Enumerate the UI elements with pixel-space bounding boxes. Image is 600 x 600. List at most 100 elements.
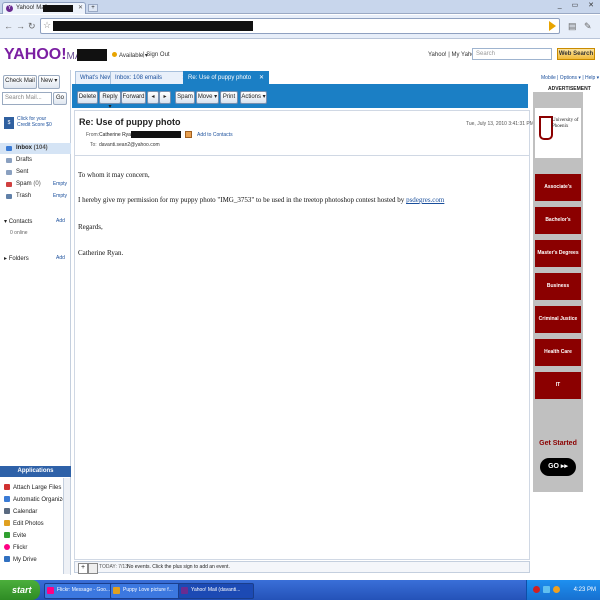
task-puppy-love[interactable]: Puppy Love picture f... bbox=[110, 583, 188, 599]
add-contact-link[interactable]: Add bbox=[56, 218, 65, 224]
add-folder-link[interactable]: Add bbox=[56, 255, 65, 261]
web-search-button[interactable]: Web Search bbox=[557, 48, 595, 60]
star-icon[interactable]: ☆ bbox=[43, 20, 51, 31]
calendar-small-icon[interactable] bbox=[88, 563, 98, 574]
uop-logo[interactable]: University of Phoenix bbox=[535, 108, 581, 158]
sign-out-link[interactable]: | Sign Out bbox=[143, 52, 170, 58]
start-button[interactable]: start bbox=[0, 580, 40, 600]
folder-label: Sent bbox=[16, 169, 29, 175]
folders-section[interactable]: ▸ Folders Add bbox=[4, 255, 65, 262]
folder-spam[interactable]: Spam (0) Empty bbox=[0, 179, 71, 190]
app-label: Automatic Organizer bbox=[13, 497, 68, 503]
tab-message-label: Re: Use of puppy photo bbox=[188, 75, 252, 81]
sent-icon bbox=[6, 170, 12, 175]
app-flickr[interactable]: Flickr bbox=[4, 544, 27, 551]
address-bar[interactable]: ☆ bbox=[40, 18, 560, 34]
spam-button[interactable]: Spam bbox=[175, 91, 195, 104]
new-button[interactable]: New ▾ bbox=[38, 75, 60, 89]
ad-health-care-button[interactable]: Health Care bbox=[535, 339, 581, 369]
window-controls[interactable]: _ ▭ ✕ bbox=[558, 1, 598, 9]
drive-icon bbox=[4, 556, 10, 562]
events-text: No events. Click the plus sign to add an… bbox=[127, 564, 230, 570]
app-edit-photos[interactable]: Edit Photos bbox=[4, 520, 44, 527]
contacts-section[interactable]: ▾ Contacts Add bbox=[4, 218, 65, 225]
inbox-icon bbox=[6, 146, 12, 151]
browser-task-icon bbox=[113, 587, 120, 594]
close-tab-icon[interactable]: ✕ bbox=[78, 4, 83, 11]
print-button[interactable]: Print bbox=[220, 91, 238, 104]
clock: 4:23 PM bbox=[573, 587, 596, 593]
folder-label: Trash bbox=[16, 193, 32, 199]
task-flickr[interactable]: Flickr: Message - Goo... bbox=[44, 583, 120, 599]
folder-inbox[interactable]: Inbox (104) bbox=[0, 143, 71, 154]
search-mail-input[interactable]: Search Mail... bbox=[2, 92, 52, 105]
go-arrow-icon[interactable] bbox=[549, 21, 556, 31]
tab-message[interactable]: Re: Use of puppy photo ✕ bbox=[183, 71, 270, 85]
add-to-contacts-link[interactable]: Add to Contacts bbox=[197, 132, 233, 138]
actions-button[interactable]: Actions ▾ bbox=[240, 91, 267, 104]
message-subject: Re: Use of puppy photo bbox=[79, 117, 181, 127]
from-label: From: bbox=[86, 132, 100, 138]
credit-score-link[interactable]: Click for your Credit Score $0 bbox=[17, 116, 52, 128]
back-arrow-icon[interactable]: ← bbox=[4, 21, 13, 31]
reload-icon[interactable]: ↻ bbox=[28, 21, 36, 32]
ad-business-button[interactable]: Business bbox=[535, 273, 581, 303]
sender-name: Catherine Ryan bbox=[99, 132, 134, 138]
ad-get-started[interactable]: Get Started bbox=[535, 440, 581, 447]
ad-it-button[interactable]: IT bbox=[535, 372, 581, 402]
page-menu-icon[interactable]: ▤ bbox=[568, 21, 577, 32]
app-my-drive[interactable]: My Drive bbox=[4, 556, 37, 563]
forward-arrow-icon[interactable]: → bbox=[16, 21, 25, 31]
volume-tray-icon[interactable] bbox=[553, 586, 560, 593]
next-message-icon[interactable]: ▸ bbox=[159, 91, 171, 104]
close-tab-icon[interactable]: ✕ bbox=[259, 75, 264, 81]
network-tray-icon[interactable] bbox=[543, 586, 550, 593]
spam-icon bbox=[6, 182, 12, 187]
ad-associates-button[interactable]: Associate's Degrees bbox=[535, 174, 581, 217]
empty-spam-link[interactable]: Empty bbox=[53, 179, 67, 190]
app-automatic-organizer[interactable]: Automatic Organizer bbox=[4, 496, 68, 503]
search-mail-go-button[interactable]: Go bbox=[53, 92, 67, 105]
web-search-input[interactable]: Search bbox=[472, 48, 552, 60]
body-link[interactable]: psdegres.com bbox=[406, 196, 444, 204]
reply-button[interactable]: Reply ▾ bbox=[99, 91, 121, 110]
tab-inbox[interactable]: Inbox: 108 emails✕ bbox=[110, 71, 193, 85]
system-tray: 4:23 PM bbox=[526, 580, 600, 600]
recipient-address: davanti.sean2@yahoo.com bbox=[99, 142, 160, 148]
message-date: Tue, July 13, 2010 3:41:31 PM bbox=[466, 121, 534, 127]
ad-go-button[interactable]: GO ▸▸ bbox=[540, 458, 576, 476]
app-label: Flickr bbox=[13, 545, 28, 551]
flickr-task-icon bbox=[47, 587, 54, 594]
new-tab-button[interactable]: + bbox=[88, 4, 98, 12]
prev-message-icon[interactable]: ◂ bbox=[147, 91, 159, 104]
apps-scrollbar[interactable] bbox=[63, 478, 70, 574]
empty-trash-link[interactable]: Empty bbox=[53, 191, 67, 202]
app-evite[interactable]: Evite bbox=[4, 532, 26, 539]
delete-button[interactable]: Delete bbox=[77, 91, 98, 104]
folder-drafts[interactable]: Drafts bbox=[0, 155, 71, 166]
uop-shield-icon bbox=[539, 116, 553, 140]
browser-tab-yahoo-mail[interactable]: Y Yahoo! Mail ✕ bbox=[2, 2, 86, 14]
logo-main: YAHOO! bbox=[4, 46, 67, 63]
yahoo-task-icon bbox=[181, 587, 188, 594]
top-right-links[interactable]: Mobile | Options ▾ | Help ▾ bbox=[541, 75, 599, 81]
check-mail-button[interactable]: Check Mail bbox=[3, 75, 37, 89]
contact-card-icon[interactable] bbox=[185, 131, 192, 138]
folder-sent[interactable]: Sent bbox=[0, 167, 71, 178]
move-button[interactable]: Move ▾ bbox=[196, 91, 219, 104]
ad-criminal-justice-button[interactable]: Criminal Justice bbox=[535, 306, 581, 336]
status-dot-icon bbox=[112, 52, 117, 57]
ad-masters-button[interactable]: Master's Degrees bbox=[535, 240, 581, 270]
applications-header[interactable]: Applications bbox=[0, 466, 71, 477]
forward-button[interactable]: Forward bbox=[121, 91, 146, 104]
app-attach-large-files[interactable]: Attach Large Files bbox=[4, 484, 61, 491]
antivirus-tray-icon[interactable] bbox=[533, 586, 540, 593]
folder-trash[interactable]: Trash Empty bbox=[0, 191, 71, 202]
app-calendar[interactable]: Calendar bbox=[4, 508, 37, 515]
add-event-icon[interactable]: + bbox=[78, 563, 88, 574]
wrench-icon[interactable]: ✎ bbox=[584, 21, 592, 32]
task-yahoo-mail[interactable]: Yahoo! Mail (davanti... bbox=[178, 583, 254, 599]
folder-count: (0) bbox=[33, 181, 41, 187]
body-text: I hereby give my permission for my puppy… bbox=[78, 196, 405, 204]
ad-bachelors-button[interactable]: Bachelor's Degrees bbox=[535, 207, 581, 250]
